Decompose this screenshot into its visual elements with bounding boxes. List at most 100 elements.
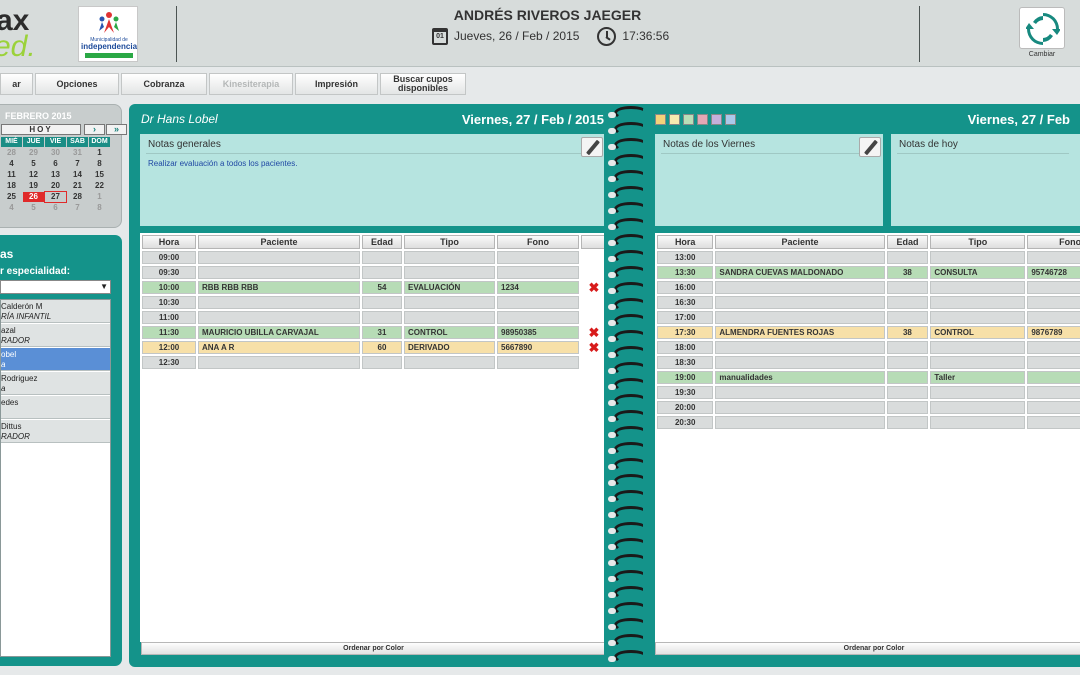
schedule-row[interactable]: 10:30	[142, 296, 607, 309]
type-cell[interactable]: EVALUACIÓN	[404, 281, 495, 294]
time-cell[interactable]: 18:30	[657, 356, 714, 369]
color-swatch[interactable]	[697, 114, 708, 125]
order-by-color-button[interactable]: Ordenar por Color	[655, 642, 1080, 655]
patient-cell[interactable]	[715, 251, 885, 264]
age-cell[interactable]	[886, 281, 929, 294]
calendar-day[interactable]: 8	[89, 159, 110, 169]
schedule-row[interactable]: 17:00	[657, 311, 1080, 324]
phone-cell[interactable]	[1027, 401, 1080, 414]
specialist-item[interactable]: azal RADOR	[1, 324, 110, 347]
calendar-day[interactable]: 15	[89, 170, 110, 180]
calendar-day[interactable]: 5	[23, 203, 44, 213]
age-cell[interactable]	[362, 251, 402, 264]
specialist-item[interactable]: Rodriguez a	[1, 372, 110, 395]
age-cell[interactable]	[886, 371, 929, 384]
age-cell[interactable]: 38	[886, 326, 929, 339]
type-cell[interactable]	[404, 251, 495, 264]
phone-cell[interactable]: 1234	[497, 281, 579, 294]
schedule-row[interactable]: 19:30	[657, 386, 1080, 399]
schedule-row[interactable]: 13:30 SANDRA CUEVAS MALDONADO 38 CONSULTA 95…	[657, 266, 1080, 279]
time-cell[interactable]: 09:00	[142, 251, 196, 264]
phone-cell[interactable]: 95746728	[1027, 266, 1080, 279]
age-cell[interactable]	[886, 401, 929, 414]
delete-icon[interactable]: ✖	[584, 326, 604, 339]
schedule-row[interactable]: 18:00	[657, 341, 1080, 354]
time-cell[interactable]: 17:00	[657, 311, 714, 324]
calendar-day[interactable]: 1	[89, 148, 110, 158]
calendar-day[interactable]: 6	[45, 203, 66, 213]
calendar-day[interactable]: 13	[45, 170, 66, 180]
type-cell[interactable]	[404, 266, 495, 279]
delete-icon[interactable]: ✖	[584, 341, 604, 354]
calendar-day[interactable]: 14	[67, 170, 88, 180]
calendar-day[interactable]: 29	[23, 148, 44, 158]
toolbar-button-kinesiterapia[interactable]: Kinesiterapia	[209, 73, 293, 95]
age-cell[interactable]: 60	[362, 341, 402, 354]
type-cell[interactable]	[930, 416, 1026, 429]
calendar-day[interactable]: 4	[1, 203, 22, 213]
color-swatch[interactable]	[725, 114, 736, 125]
toolbar-button-first[interactable]: ar	[0, 73, 33, 95]
schedule-row[interactable]: 10:00 RBB RBB RBB 54 EVALUACIÓN 1234 ✖	[142, 281, 607, 294]
calendar-day[interactable]: 6	[45, 159, 66, 169]
cambiar-button[interactable]	[1019, 7, 1065, 49]
calendar-day[interactable]: 31	[67, 148, 88, 158]
calendar-next-button[interactable]: ›	[84, 124, 105, 135]
phone-cell[interactable]	[497, 251, 579, 264]
patient-cell[interactable]: MAURICIO UBILLA CARVAJAL	[198, 326, 360, 339]
calendar-day[interactable]: 4	[1, 159, 22, 169]
type-cell[interactable]	[930, 341, 1026, 354]
phone-cell[interactable]	[1027, 356, 1080, 369]
specialist-item[interactable]: Calderón M RÍA INFANTIL	[1, 300, 110, 323]
schedule-row[interactable]: 12:00 ANA A R 60 DERIVADO 5667890 ✖	[142, 341, 607, 354]
schedule-row[interactable]: 16:30	[657, 296, 1080, 309]
type-cell[interactable]	[930, 251, 1026, 264]
time-cell[interactable]: 10:30	[142, 296, 196, 309]
age-cell[interactable]	[886, 386, 929, 399]
type-cell[interactable]: CONSULTA	[930, 266, 1026, 279]
phone-cell[interactable]	[497, 311, 579, 324]
type-cell[interactable]: DERIVADO	[404, 341, 495, 354]
schedule-row[interactable]: 09:00	[142, 251, 607, 264]
calendar-day-selected[interactable]: 26	[23, 192, 44, 202]
calendar-day[interactable]: 1	[89, 192, 110, 202]
time-cell[interactable]: 12:30	[142, 356, 196, 369]
phone-cell[interactable]: 98950385	[497, 326, 579, 339]
schedule-row[interactable]: 19:00 manualidades Taller	[657, 371, 1080, 384]
type-cell[interactable]: CONTROL	[930, 326, 1026, 339]
patient-cell[interactable]: SANDRA CUEVAS MALDONADO	[715, 266, 885, 279]
calendar-day[interactable]: 11	[1, 170, 22, 180]
time-cell[interactable]: 11:00	[142, 311, 196, 324]
time-cell[interactable]: 20:30	[657, 416, 714, 429]
patient-cell[interactable]	[198, 251, 360, 264]
time-cell[interactable]: 12:00	[142, 341, 196, 354]
phone-cell[interactable]	[1027, 416, 1080, 429]
schedule-row[interactable]: 12:30	[142, 356, 607, 369]
phone-cell[interactable]	[1027, 281, 1080, 294]
edit-notes-button[interactable]	[859, 137, 881, 157]
patient-cell[interactable]	[715, 386, 885, 399]
calendar-day[interactable]: 21	[67, 181, 88, 191]
order-by-color-button[interactable]: Ordenar por Color	[141, 642, 606, 655]
age-cell[interactable]	[362, 311, 402, 324]
age-cell[interactable]: 54	[362, 281, 402, 294]
schedule-row[interactable]: 16:00	[657, 281, 1080, 294]
phone-cell[interactable]	[497, 266, 579, 279]
calendar-today-button[interactable]: HOY	[1, 124, 81, 135]
phone-cell[interactable]	[497, 356, 579, 369]
phone-cell[interactable]	[497, 296, 579, 309]
schedule-row[interactable]: 17:30 ALMENDRA FUENTES ROJAS 38 CONTROL 9876…	[657, 326, 1080, 339]
patient-cell[interactable]	[715, 341, 885, 354]
type-cell[interactable]	[930, 386, 1026, 399]
age-cell[interactable]: 38	[886, 266, 929, 279]
calendar-day[interactable]: 28	[1, 148, 22, 158]
phone-cell[interactable]	[1027, 371, 1080, 384]
type-cell[interactable]	[930, 401, 1026, 414]
type-cell[interactable]	[404, 296, 495, 309]
time-cell[interactable]: 13:30	[657, 266, 714, 279]
patient-cell[interactable]	[715, 416, 885, 429]
age-cell[interactable]	[886, 416, 929, 429]
phone-cell[interactable]	[1027, 251, 1080, 264]
calendar-day[interactable]: 7	[67, 203, 88, 213]
time-cell[interactable]: 19:00	[657, 371, 714, 384]
